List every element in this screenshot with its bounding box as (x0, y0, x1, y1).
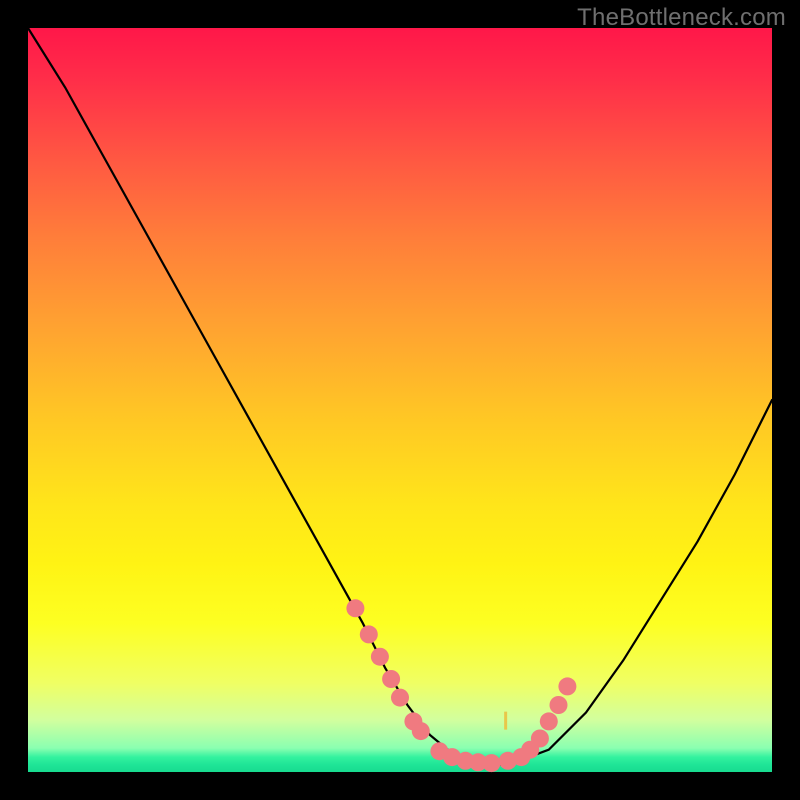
highlight-dot (531, 730, 549, 748)
highlight-dot (540, 712, 558, 730)
highlight-dots (346, 599, 576, 772)
highlight-dot (550, 696, 568, 714)
chart-frame: TheBottleneck.com (0, 0, 800, 800)
watermark-text: TheBottleneck.com (577, 4, 786, 32)
bottleneck-curve (28, 28, 772, 765)
plot-area (28, 28, 772, 772)
highlight-dot (346, 599, 364, 617)
highlight-dot (483, 754, 501, 772)
highlight-dot (391, 689, 409, 707)
highlight-dot (412, 722, 430, 740)
chart-svg (28, 28, 772, 772)
highlight-dot (360, 625, 378, 643)
highlight-dot (382, 670, 400, 688)
highlight-dot (371, 648, 389, 666)
highlight-dot (558, 677, 576, 695)
